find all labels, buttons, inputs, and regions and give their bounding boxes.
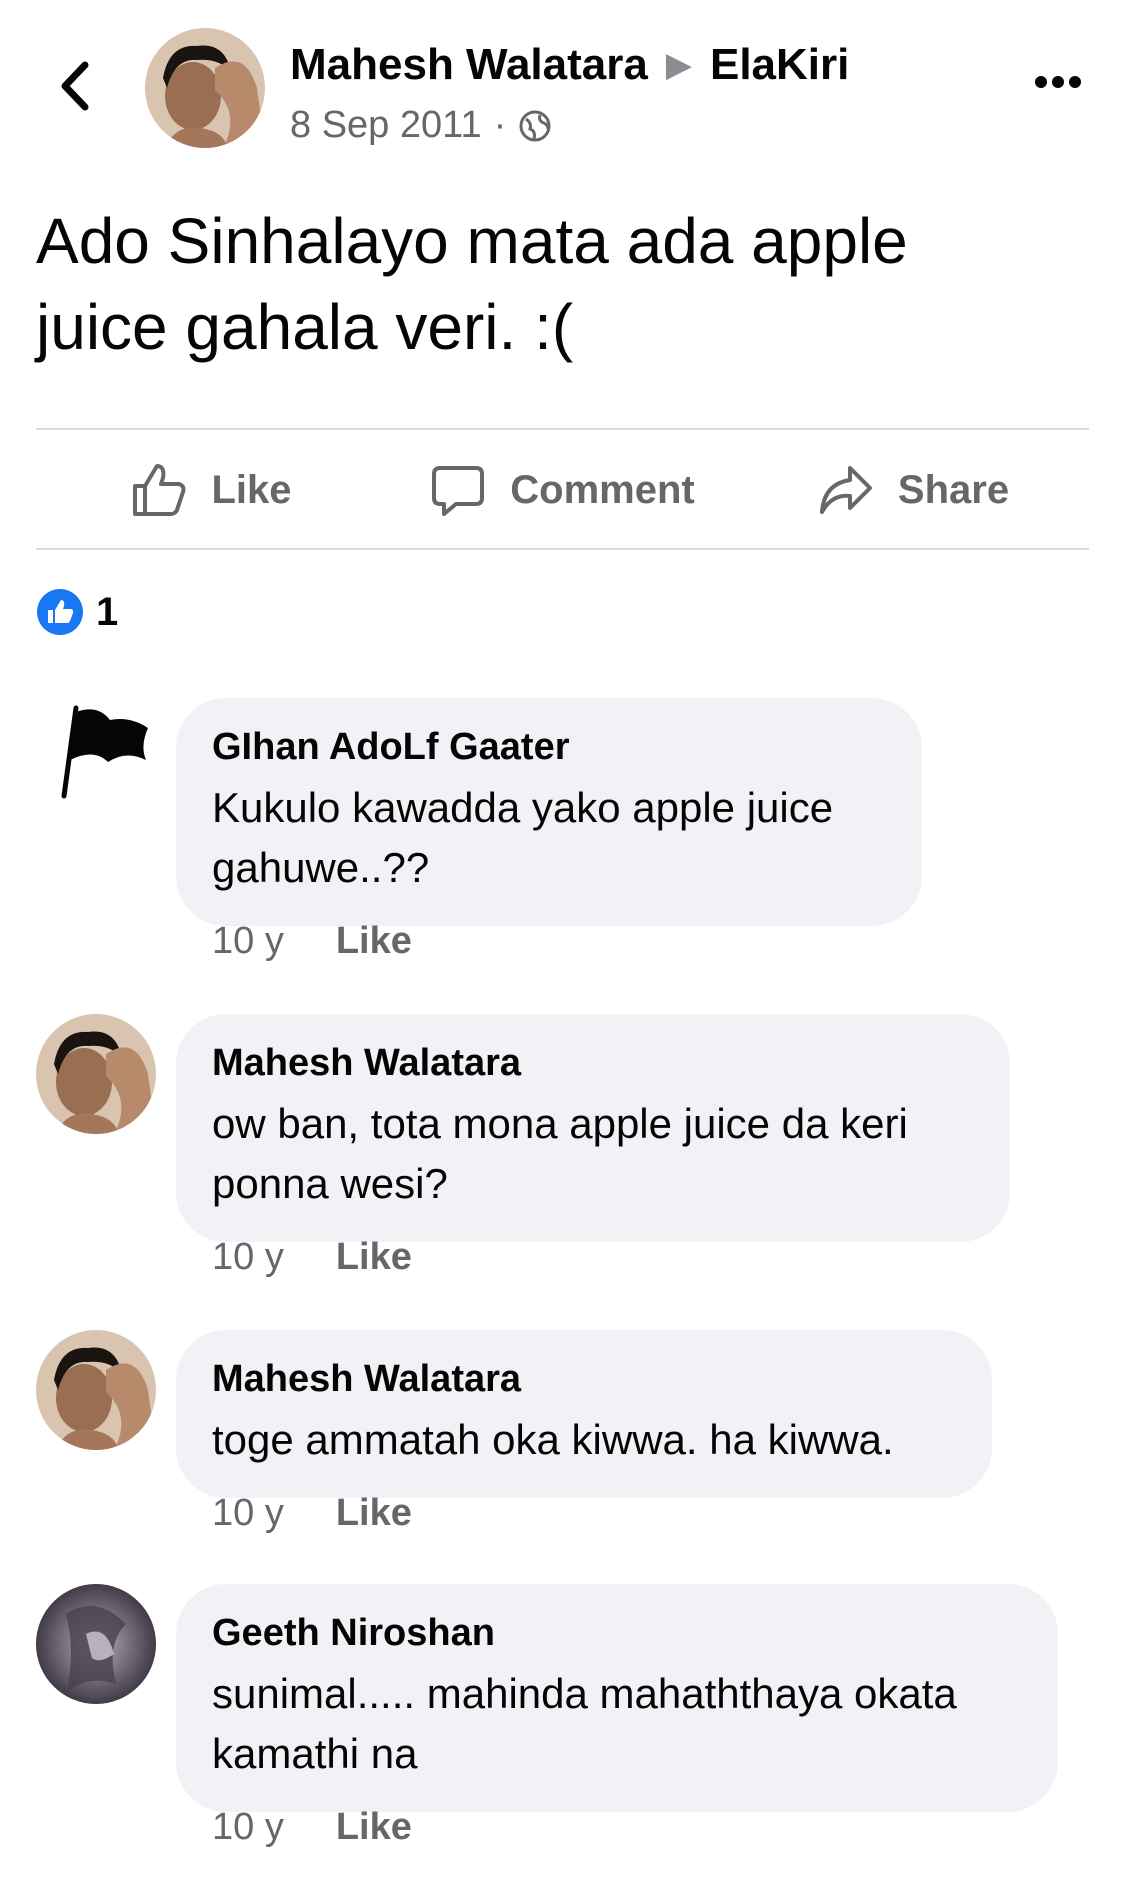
comment-bubble[interactable]: Mahesh Walatara ow ban, tota mona apple … (176, 1014, 1010, 1242)
commenter-avatar[interactable] (36, 1330, 156, 1450)
flag-icon (36, 698, 156, 818)
post-meta: 8 Sep 2011 · (290, 104, 552, 147)
chevron-left-icon (61, 61, 89, 111)
more-dots-icon (1035, 76, 1081, 88)
thumbs-up-icon (133, 464, 186, 516)
comment-bubble[interactable]: Geeth Niroshan sunimal..... mahinda maha… (176, 1584, 1058, 1812)
group-name[interactable]: ElaKiri (710, 40, 849, 90)
author-line: Mahesh Walatara ▶ ElaKiri (290, 40, 849, 90)
speech-bubble-icon (432, 466, 485, 516)
post-date[interactable]: 8 Sep 2011 (290, 104, 482, 147)
like-button[interactable]: Like (36, 430, 387, 550)
comment-like-button[interactable]: Like (336, 1806, 412, 1849)
post-text: Ado Sinhalayo mata ada apple juice gahal… (36, 205, 908, 363)
comment-bubble[interactable]: Mahesh Walatara toge ammatah oka kiwwa. … (176, 1330, 992, 1498)
comment-footer: 10 y Like (212, 920, 412, 963)
back-button[interactable] (44, 56, 104, 116)
comment-button[interactable]: Comment (387, 430, 738, 550)
comment-time[interactable]: 10 y (212, 1236, 284, 1279)
comment-like-button[interactable]: Like (336, 920, 412, 963)
commenter-name[interactable]: Geeth Niroshan (212, 1608, 1022, 1658)
share-arrow-icon (819, 466, 872, 514)
comment-label: Comment (510, 467, 695, 512)
author-name[interactable]: Mahesh Walatara (290, 40, 648, 90)
share-button[interactable]: Share (738, 430, 1089, 550)
divider-bottom (36, 548, 1089, 550)
reaction-count: 1 (96, 589, 119, 634)
group-arrow-icon: ▶ (665, 46, 692, 84)
comment-text: sunimal..... mahinda mahaththaya okata k… (212, 1670, 957, 1777)
like-label: Like (211, 467, 292, 512)
commenter-avatar[interactable] (36, 1014, 156, 1134)
comment-like-button[interactable]: Like (336, 1236, 412, 1279)
comment-footer: 10 y Like (212, 1492, 412, 1535)
comment-time[interactable]: 10 y (212, 920, 284, 963)
commenter-avatar[interactable] (36, 1584, 156, 1704)
post-actions: Like Comment Share (36, 430, 1089, 550)
commenter-name[interactable]: Mahesh Walatara (212, 1038, 974, 1088)
commenter-avatar[interactable] (36, 698, 156, 818)
comment-time[interactable]: 10 y (212, 1806, 284, 1849)
comment-text: Kukulo kawadda yako apple juice gahuwe..… (212, 784, 834, 891)
reaction-summary[interactable]: 1 (36, 588, 118, 636)
comment-time[interactable]: 10 y (212, 1492, 284, 1535)
more-options-button[interactable] (1028, 62, 1088, 102)
share-label: Share (897, 467, 1010, 512)
comment-footer: 10 y Like (212, 1806, 412, 1849)
comment-bubble[interactable]: GIhan AdoLf Gaater Kukulo kawadda yako a… (176, 698, 922, 926)
commenter-name[interactable]: GIhan AdoLf Gaater (212, 722, 886, 772)
author-avatar[interactable] (145, 28, 265, 148)
comment-footer: 10 y Like (212, 1236, 412, 1279)
like-reaction-icon (37, 589, 83, 635)
globe-icon (519, 110, 551, 141)
commenter-name[interactable]: Mahesh Walatara (212, 1354, 956, 1404)
comment-text: toge ammatah oka kiwwa. ha kiwwa. (212, 1416, 894, 1463)
post-header: Mahesh Walatara ▶ ElaKiri 8 Sep 2011 · (0, 0, 1125, 160)
comment-like-button[interactable]: Like (336, 1492, 412, 1535)
meta-separator: · (493, 104, 507, 146)
comment-text: ow ban, tota mona apple juice da keri po… (212, 1100, 908, 1207)
